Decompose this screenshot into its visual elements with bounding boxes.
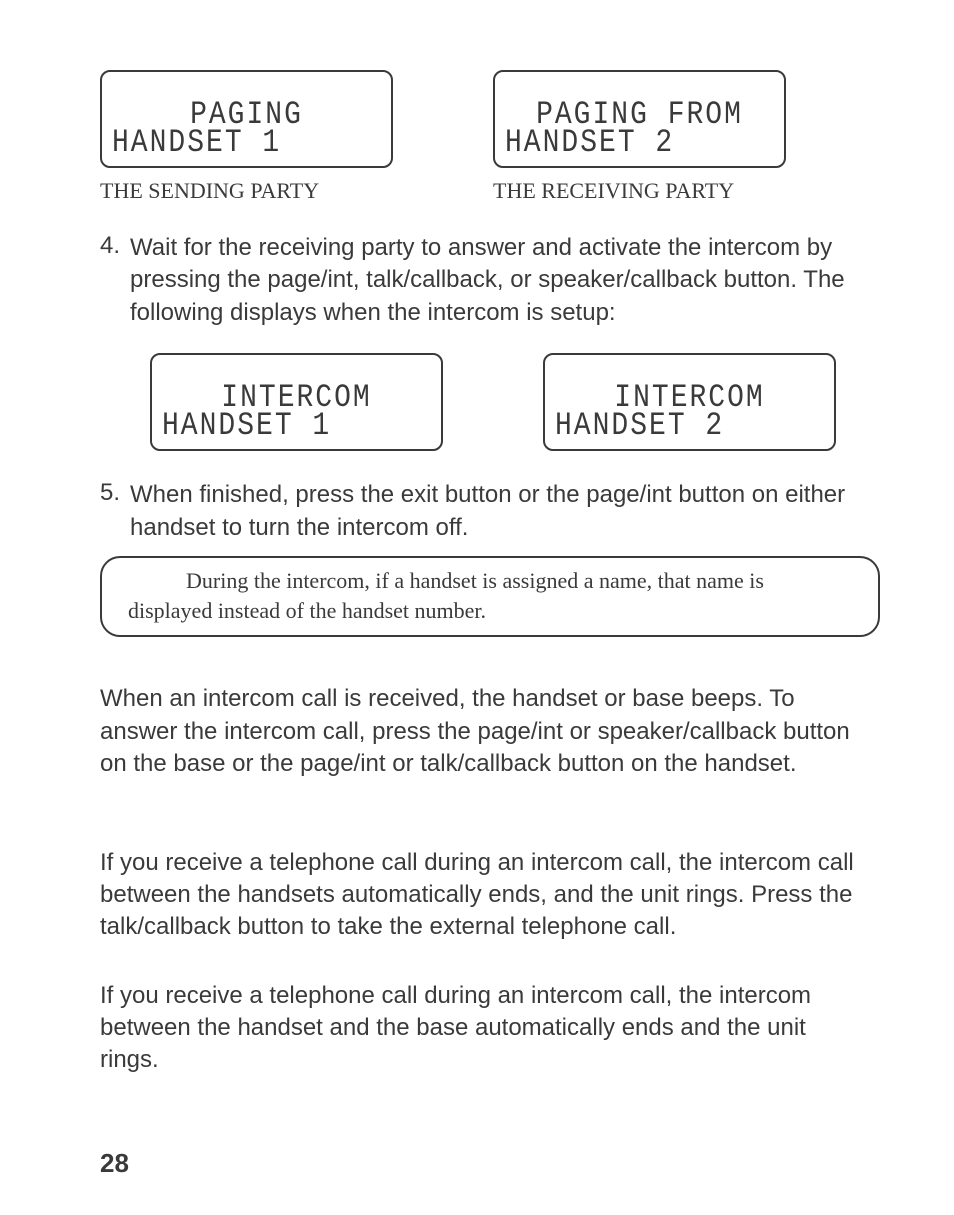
lcd-intercom-left-line2: HANDSET 1 bbox=[162, 411, 431, 443]
receiver-caption: THE RECEIVING PARTY bbox=[493, 178, 786, 204]
sender-cell: PAGING HANDSET 1 THE SENDING PARTY bbox=[100, 70, 393, 204]
paragraph-3: If you receive a telephone call during a… bbox=[100, 980, 864, 1077]
page-number: 28 bbox=[100, 1148, 129, 1179]
step-5-number: 5. bbox=[100, 479, 130, 544]
lcd-intercom-left: INTERCOM HANDSET 1 bbox=[150, 353, 443, 451]
lcd-receiver-line2: HANDSET 2 bbox=[505, 128, 774, 160]
receiver-cell: PAGING FROM HANDSET 2 THE RECEIVING PART… bbox=[493, 70, 786, 204]
step-4-text: Wait for the receiving party to answer a… bbox=[130, 232, 864, 329]
step-5-text: When finished, press the exit button or … bbox=[130, 479, 864, 544]
lcd-intercom-right: INTERCOM HANDSET 2 bbox=[543, 353, 836, 451]
sender-caption: THE SENDING PARTY bbox=[100, 178, 393, 204]
note-box: During the intercom, if a handset is ass… bbox=[100, 556, 880, 637]
lcd-sender-line2: HANDSET 1 bbox=[112, 128, 381, 160]
paragraph-2: If you receive a telephone call during a… bbox=[100, 847, 864, 944]
display-row-2: INTERCOM HANDSET 1 INTERCOM HANDSET 2 bbox=[150, 353, 864, 451]
lcd-receiver: PAGING FROM HANDSET 2 bbox=[493, 70, 786, 168]
step-4-number: 4. bbox=[100, 232, 130, 329]
note-text: During the intercom, if a handset is ass… bbox=[128, 568, 764, 623]
paragraph-1: When an intercom call is received, the h… bbox=[100, 683, 864, 780]
step-5: 5. When finished, press the exit button … bbox=[100, 479, 864, 544]
step-4: 4. Wait for the receiving party to answe… bbox=[100, 232, 864, 329]
display-row-1: PAGING HANDSET 1 THE SENDING PARTY PAGIN… bbox=[100, 70, 864, 204]
lcd-intercom-right-line2: HANDSET 2 bbox=[555, 411, 824, 443]
lcd-sender: PAGING HANDSET 1 bbox=[100, 70, 393, 168]
